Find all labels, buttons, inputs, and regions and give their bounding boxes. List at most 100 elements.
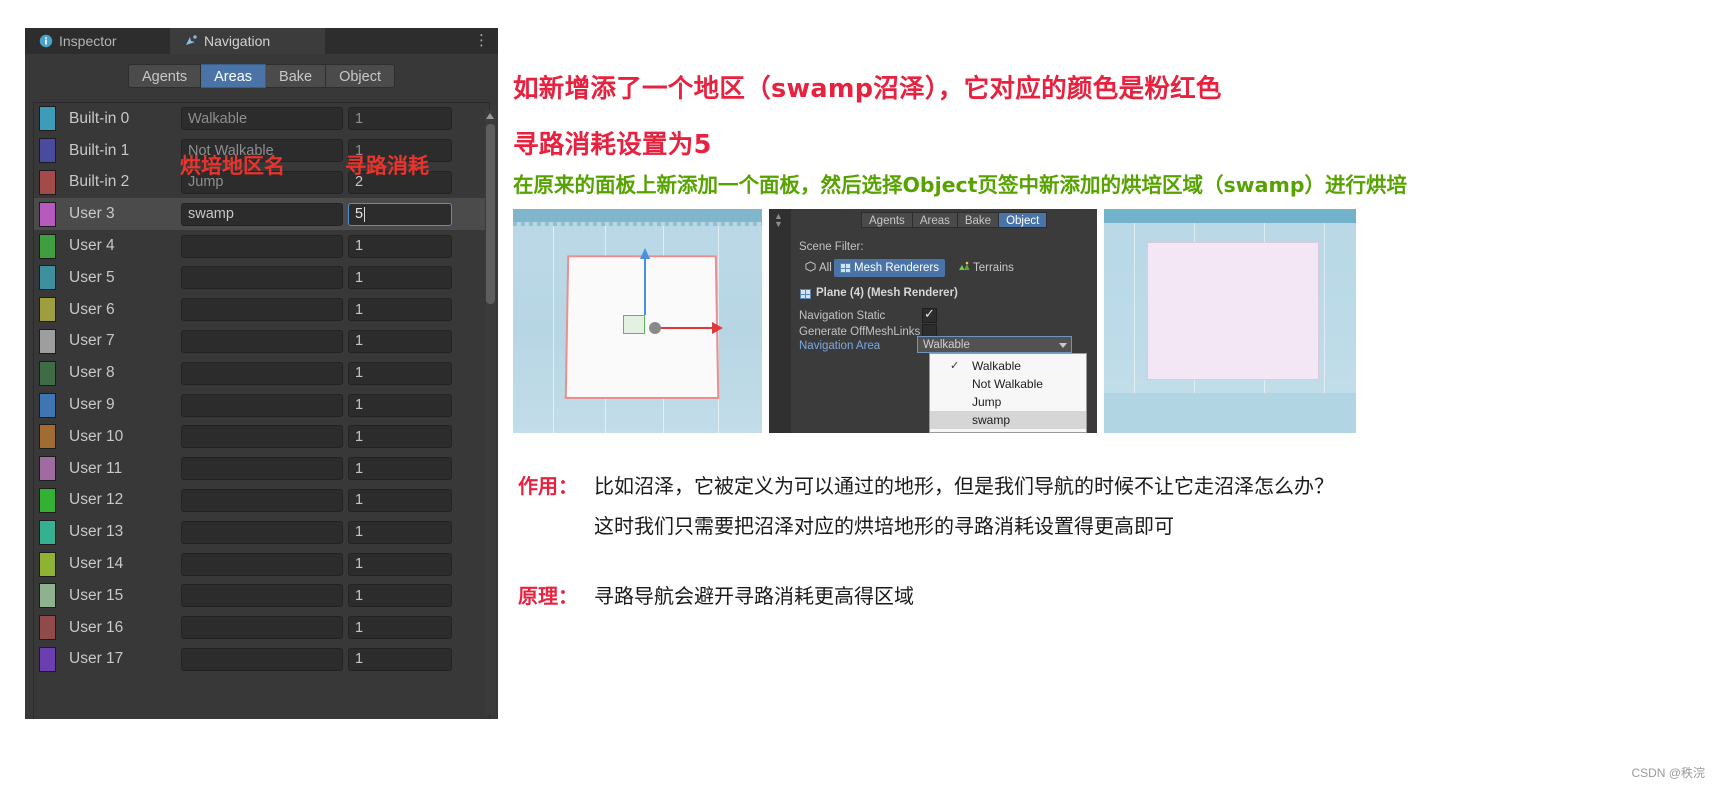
- figure-scene-view-after: [1104, 209, 1356, 433]
- area-row[interactable]: User 14 1: [34, 548, 489, 580]
- area-row[interactable]: User 10 1: [34, 421, 489, 453]
- tab-navigation[interactable]: Navigation: [170, 28, 325, 54]
- tab-inspector[interactable]: Inspector: [25, 28, 165, 54]
- fig-subtab-bake[interactable]: Bake: [957, 212, 1000, 228]
- area-cost-input[interactable]: 1: [348, 488, 452, 512]
- area-color-swatch[interactable]: [39, 551, 56, 577]
- area-color-swatch[interactable]: [39, 201, 56, 227]
- kebab-menu-icon[interactable]: ⋮: [474, 32, 490, 50]
- navigation-areas-list[interactable]: Built-in 0 Walkable 1 Built-in 1 Not Walkabl…: [33, 102, 490, 719]
- object-title: Plane (4) (Mesh Renderer): [816, 287, 958, 299]
- area-name-input[interactable]: [181, 488, 343, 512]
- subtab-bake[interactable]: Bake: [266, 64, 327, 88]
- area-color-swatch[interactable]: [39, 487, 56, 513]
- area-name-input[interactable]: [181, 361, 343, 385]
- navigation-area-value: Walkable: [923, 338, 970, 351]
- area-color-swatch[interactable]: [39, 615, 56, 641]
- area-row[interactable]: User 12 1: [34, 485, 489, 517]
- area-name-input[interactable]: [181, 329, 343, 353]
- area-color-swatch[interactable]: [39, 169, 56, 195]
- area-cost-input[interactable]: 1: [348, 584, 452, 608]
- area-cost-input[interactable]: 1: [348, 457, 452, 481]
- area-cost-input[interactable]: 1: [348, 393, 452, 417]
- area-id-label: User 4: [69, 237, 115, 255]
- area-row[interactable]: User 13 1: [34, 516, 489, 548]
- gizmo-x-axis-icon: [657, 322, 723, 334]
- area-row[interactable]: User 4 1: [34, 230, 489, 262]
- area-name-input[interactable]: [181, 457, 343, 481]
- filter-all[interactable]: All: [799, 259, 838, 277]
- scrollbar-thumb[interactable]: [486, 124, 495, 304]
- area-row[interactable]: Built-in 0 Walkable 1: [34, 103, 489, 135]
- dropdown-option-label: Jump: [972, 395, 1002, 409]
- area-cost-input[interactable]: 1: [348, 329, 452, 353]
- area-color-swatch[interactable]: [39, 392, 56, 418]
- fig-subtab-object[interactable]: Object: [999, 212, 1048, 228]
- area-row[interactable]: User 9 1: [34, 389, 489, 421]
- area-cost-input[interactable]: 1: [348, 552, 452, 576]
- area-cost-input[interactable]: 5: [348, 202, 452, 226]
- area-cost-input[interactable]: 1: [348, 425, 452, 449]
- area-cost-input[interactable]: 1: [348, 361, 452, 385]
- filter-terrains[interactable]: Terrains: [952, 259, 1020, 277]
- terrain-icon: [958, 261, 970, 275]
- area-name-input[interactable]: [181, 647, 343, 671]
- area-cost-input[interactable]: 1: [348, 107, 452, 131]
- area-cost-input[interactable]: 1: [348, 266, 452, 290]
- subtab-object[interactable]: Object: [326, 64, 396, 88]
- area-row[interactable]: User 16 1: [34, 612, 489, 644]
- area-name-input[interactable]: [181, 234, 343, 258]
- navigation-area-dropdown[interactable]: Walkable: [917, 336, 1072, 353]
- navigation-area-label[interactable]: Navigation Area: [799, 340, 880, 352]
- area-name-input[interactable]: [181, 616, 343, 640]
- area-color-swatch[interactable]: [39, 519, 56, 545]
- area-color-swatch[interactable]: [39, 583, 56, 609]
- area-color-swatch[interactable]: [39, 297, 56, 323]
- area-color-swatch[interactable]: [39, 328, 56, 354]
- fig-subtab-areas[interactable]: Areas: [912, 212, 958, 228]
- fig-subtab-agents[interactable]: Agents: [861, 212, 913, 228]
- area-cost-input[interactable]: 1: [348, 520, 452, 544]
- dropdown-option-swamp[interactable]: swamp: [930, 411, 1086, 429]
- area-color-swatch[interactable]: [39, 233, 56, 259]
- filter-mesh-renderers[interactable]: Mesh Renderers: [834, 259, 946, 277]
- area-color-swatch[interactable]: [39, 424, 56, 450]
- area-row[interactable]: User 3 swamp 5: [34, 198, 489, 231]
- area-color-swatch[interactable]: [39, 360, 56, 386]
- area-row[interactable]: User 5 1: [34, 262, 489, 294]
- scroll-up-arrow-icon[interactable]: [486, 113, 494, 119]
- area-color-swatch[interactable]: [39, 265, 56, 291]
- area-name-input[interactable]: [181, 393, 343, 417]
- area-color-swatch[interactable]: [39, 456, 56, 482]
- area-name-input[interactable]: Walkable: [181, 107, 343, 131]
- area-name-input[interactable]: [181, 425, 343, 449]
- area-color-swatch[interactable]: [39, 106, 56, 132]
- navigation-static-checkbox[interactable]: [922, 306, 937, 323]
- area-row[interactable]: User 8 1: [34, 357, 489, 389]
- area-name-input[interactable]: [181, 266, 343, 290]
- areas-scrollbar[interactable]: [485, 110, 496, 715]
- area-row[interactable]: User 17 1: [34, 644, 489, 676]
- area-cost-input[interactable]: 1: [348, 616, 452, 640]
- area-cost-value: 1: [355, 365, 364, 382]
- area-row[interactable]: User 6 1: [34, 294, 489, 326]
- area-name-input[interactable]: [181, 520, 343, 544]
- subtab-areas[interactable]: Areas: [201, 64, 267, 88]
- dropdown-option-jump[interactable]: Jump: [930, 393, 1086, 411]
- area-name-input[interactable]: swamp: [181, 202, 343, 226]
- area-color-swatch[interactable]: [39, 138, 56, 164]
- area-row[interactable]: User 7 1: [34, 326, 489, 358]
- area-cost-input[interactable]: 1: [348, 647, 452, 671]
- navigation-area-option-list[interactable]: ✓ Walkable Not Walkable Jump swamp: [929, 353, 1087, 433]
- area-cost-input[interactable]: 1: [348, 298, 452, 322]
- area-row[interactable]: User 15 1: [34, 580, 489, 612]
- area-name-input[interactable]: [181, 552, 343, 576]
- dropdown-option-walkable[interactable]: ✓ Walkable: [930, 357, 1086, 375]
- dropdown-option-not-walkable[interactable]: Not Walkable: [930, 375, 1086, 393]
- area-color-swatch[interactable]: [39, 646, 56, 672]
- area-name-input[interactable]: [181, 298, 343, 322]
- area-row[interactable]: User 11 1: [34, 453, 489, 485]
- subtab-agents[interactable]: Agents: [127, 64, 202, 88]
- area-name-input[interactable]: [181, 584, 343, 608]
- area-cost-input[interactable]: 1: [348, 234, 452, 258]
